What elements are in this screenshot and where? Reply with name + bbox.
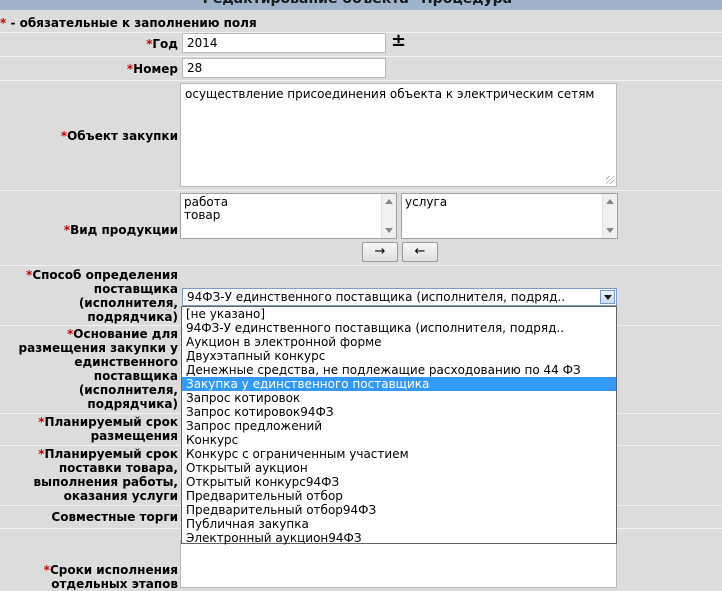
method-dropdown[interactable]: [не указано] 94ФЗ-У единственного поставщ… (181, 306, 617, 545)
stages-label: *Сроки исполнения отдельных этапов (43, 563, 178, 591)
joint-label: Совместные торги (51, 510, 178, 524)
dropdown-option[interactable]: Запрос котировок (182, 391, 616, 405)
number-input[interactable]: 28 (182, 58, 386, 78)
resize-grip-icon[interactable] (606, 176, 614, 184)
dropdown-option[interactable]: Двухэтапный конкурс (182, 349, 616, 363)
subject-label: *Объект закупки (60, 129, 178, 143)
dropdown-option[interactable]: Электронный аукцион94ФЗ (182, 531, 616, 545)
move-left-button[interactable]: ← (402, 242, 438, 262)
dropdown-option[interactable]: Публичная закупка (182, 517, 616, 531)
year-plus-minus-icon[interactable]: ± (391, 30, 406, 51)
year-label: *Год (146, 37, 178, 51)
dropdown-option[interactable]: Предварительный отбор94ФЗ (182, 503, 616, 517)
dropdown-option[interactable]: [не указано] (182, 307, 616, 321)
method-select-value: 94ФЗ-У единственного поставщика (исполни… (187, 290, 566, 304)
dropdown-option[interactable]: Аукцион в электронной форме (182, 335, 616, 349)
required-note-text: - обязательные к заполнению поля (6, 16, 257, 30)
page-title: Редактирование объекта "Процедура" (0, 0, 722, 10)
move-right-button[interactable]: → (362, 242, 398, 262)
product-available-list[interactable]: работа товар (180, 193, 397, 239)
dropdown-option[interactable]: Открытый аукцион (182, 461, 616, 475)
list-item[interactable]: услуга (405, 196, 614, 209)
method-label: *Способ определения поставщика (исполнит… (26, 268, 178, 324)
subject-textarea[interactable]: осуществление присоединения объекта к эл… (180, 83, 617, 187)
dropdown-option[interactable]: Конкурс с ограниченным участием (182, 447, 616, 461)
subject-text: осуществление присоединения объекта к эл… (185, 87, 595, 101)
dropdown-option[interactable]: Конкурс (182, 433, 616, 447)
number-label: *Номер (126, 62, 178, 76)
basis-label: *Основание для размещения закупки у един… (18, 327, 178, 411)
scroll-down-icon (606, 228, 614, 233)
delivery-term-label: *Планируемый срок поставки товара, выпол… (33, 447, 178, 503)
scroll-down-icon (385, 228, 393, 233)
product-selected-list[interactable]: услуга (401, 193, 618, 239)
dropdown-option[interactable]: Денежные средства, не подлежащие расходо… (182, 363, 616, 377)
dropdown-option[interactable]: Запрос предложений (182, 419, 616, 433)
scrollbar[interactable] (381, 194, 396, 238)
dropdown-option[interactable]: Открытый конкурс94ФЗ (182, 475, 616, 489)
dropdown-option[interactable]: Закупка у единственного поставщика (182, 377, 616, 391)
year-input[interactable]: 2014 (182, 33, 386, 53)
placement-term-label: *Планируемый срок размещения (38, 415, 178, 443)
stages-textarea[interactable] (180, 540, 617, 588)
product-type-label: *Вид продукции (63, 223, 178, 237)
dropdown-option[interactable]: Предварительный отбор (182, 489, 616, 503)
method-select[interactable]: 94ФЗ-У единственного поставщика (исполни… (182, 288, 617, 306)
scrollbar[interactable] (602, 194, 617, 238)
required-note: * - обязательные к заполнению поля (0, 14, 722, 32)
chevron-down-icon[interactable] (600, 290, 615, 304)
scroll-up-icon (385, 199, 393, 204)
scroll-up-icon (606, 199, 614, 204)
list-item[interactable]: товар (184, 209, 393, 222)
dropdown-option[interactable]: Запрос котировок94ФЗ (182, 405, 616, 419)
dropdown-option[interactable]: 94ФЗ-У единственного поставщика (исполни… (182, 321, 616, 335)
